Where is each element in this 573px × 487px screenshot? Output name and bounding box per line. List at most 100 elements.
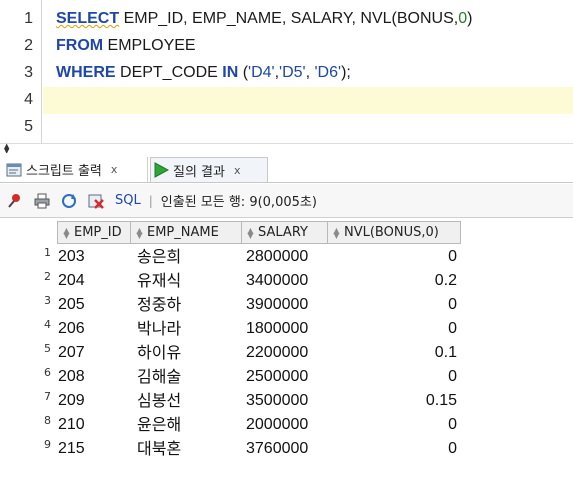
- keyword-from: FROM: [56, 37, 104, 54]
- refresh-sql-icon[interactable]: [60, 192, 78, 210]
- table-row[interactable]: 4 206 박나라 1800000 0: [0, 317, 573, 341]
- column-header-salary[interactable]: ▲ ▼ SALARY: [241, 221, 328, 244]
- line-number-gutter: 1 2 3 4 5: [0, 0, 42, 143]
- sql-link[interactable]: SQL: [115, 193, 141, 208]
- fetch-status: 인출된 모든 행: 9(0,005초): [160, 195, 317, 210]
- cell-nvl-bonus[interactable]: 0: [330, 365, 460, 389]
- code-text: EMP_ID, EMP_NAME, SALARY, NVL(BONUS,: [119, 10, 459, 27]
- close-icon[interactable]: x: [111, 163, 118, 176]
- cell-salary[interactable]: 2200000: [246, 341, 326, 365]
- sort-icon: ▲ ▼: [333, 225, 340, 240]
- row-number: 9: [44, 438, 51, 451]
- cell-nvl-bonus[interactable]: 0: [330, 437, 460, 461]
- cell-emp-name[interactable]: 김해술: [137, 365, 237, 389]
- line-number: 4: [24, 91, 33, 108]
- cell-salary[interactable]: 2000000: [246, 413, 326, 437]
- number-literal: 0: [458, 10, 468, 27]
- cell-emp-name[interactable]: 송은희: [137, 245, 237, 269]
- cell-salary[interactable]: 2500000: [246, 365, 326, 389]
- table-row[interactable]: 6 208 김해술 2500000 0: [0, 365, 573, 389]
- code-text: EMPLOYEE: [103, 37, 196, 54]
- cell-emp-id[interactable]: 215: [58, 437, 128, 461]
- result-toolbar: SQL | 인출된 모든 행: 9(0,005초): [0, 184, 573, 218]
- toolbar-separator: |: [148, 193, 153, 208]
- line-number: 2: [24, 37, 33, 54]
- row-number: 6: [44, 366, 51, 379]
- code-text: ): [467, 10, 473, 27]
- cell-salary[interactable]: 2800000: [246, 245, 326, 269]
- code-line-2[interactable]: FROM EMPLOYEE: [56, 34, 196, 58]
- cell-nvl-bonus[interactable]: 0: [330, 413, 460, 437]
- print-icon[interactable]: [33, 192, 51, 210]
- code-line-1[interactable]: SELECT EMP_ID, EMP_NAME, SALARY, NVL(BON…: [56, 7, 472, 31]
- cell-emp-id[interactable]: 206: [58, 317, 128, 341]
- sort-icon: ▲ ▼: [63, 225, 70, 240]
- cell-emp-id[interactable]: 208: [58, 365, 128, 389]
- tab-query-result[interactable]: 질의 결과 x: [150, 157, 268, 182]
- keyword-where: WHERE: [56, 64, 116, 81]
- string-literal: 'D5': [279, 64, 306, 81]
- cell-emp-name[interactable]: 대북혼: [137, 437, 237, 461]
- table-row[interactable]: 8 210 윤은해 2000000 0: [0, 413, 573, 437]
- column-header-emp-id[interactable]: ▲ ▼ EMP_ID: [57, 221, 131, 244]
- cell-emp-name[interactable]: 박나라: [137, 317, 237, 341]
- row-number: 3: [44, 294, 51, 307]
- table-row[interactable]: 3 205 정중하 3900000 0: [0, 293, 573, 317]
- result-grid[interactable]: ▲ ▼ EMP_ID ▲ ▼ EMP_NAME ▲ ▼ SALARY ▲ ▼ NVL(B…: [0, 219, 573, 487]
- cell-emp-name[interactable]: 정중하: [137, 293, 237, 317]
- sort-icon: ▲ ▼: [136, 225, 143, 240]
- cancel-query-icon[interactable]: [87, 192, 105, 210]
- column-label: EMP_NAME: [147, 225, 219, 240]
- cell-nvl-bonus[interactable]: 0.2: [330, 269, 460, 293]
- row-number: 2: [44, 270, 51, 283]
- cell-nvl-bonus[interactable]: 0.15: [330, 389, 460, 413]
- column-header-emp-name[interactable]: ▲ ▼ EMP_NAME: [130, 221, 242, 244]
- line-number: 1: [24, 10, 33, 27]
- cell-emp-id[interactable]: 205: [58, 293, 128, 317]
- cell-emp-name[interactable]: 하이유: [137, 341, 237, 365]
- cell-nvl-bonus[interactable]: 0: [330, 293, 460, 317]
- table-row[interactable]: 2 204 유재식 3400000 0.2: [0, 269, 573, 293]
- tab-script-output[interactable]: 스크립트 출력 x: [4, 157, 148, 182]
- row-number: 7: [44, 390, 51, 403]
- cell-emp-id[interactable]: 207: [58, 341, 128, 365]
- row-number: 8: [44, 414, 51, 427]
- code-line-3[interactable]: WHERE DEPT_CODE IN ('D4','D5', 'D6');: [56, 61, 351, 85]
- column-header-nvl-bonus[interactable]: ▲ ▼ NVL(BONUS,0): [327, 221, 461, 244]
- tab-label: 질의 결과: [173, 164, 225, 180]
- cell-nvl-bonus[interactable]: 0: [330, 317, 460, 341]
- cell-emp-name[interactable]: 심봉선: [137, 389, 237, 413]
- line-number: 5: [24, 118, 33, 135]
- cell-emp-id[interactable]: 204: [58, 269, 128, 293]
- cell-emp-name[interactable]: 윤은해: [137, 413, 237, 437]
- close-icon[interactable]: x: [234, 164, 241, 177]
- tab-label: 스크립트 출력: [26, 164, 102, 179]
- sort-icon: ▲ ▼: [247, 225, 254, 240]
- table-row[interactable]: 5 207 하이유 2200000 0.1: [0, 341, 573, 365]
- cell-nvl-bonus[interactable]: 0: [330, 245, 460, 269]
- cell-salary[interactable]: 3500000: [246, 389, 326, 413]
- cell-salary[interactable]: 3900000: [246, 293, 326, 317]
- cell-emp-id[interactable]: 209: [58, 389, 128, 413]
- pin-icon[interactable]: [6, 192, 24, 210]
- table-row[interactable]: 7 209 심봉선 3500000 0.15: [0, 389, 573, 413]
- panel-splitter[interactable]: ▲ ▼: [0, 143, 573, 155]
- row-number: 5: [44, 342, 51, 355]
- line-number: 3: [24, 64, 33, 81]
- grid-header: ▲ ▼ EMP_ID ▲ ▼ EMP_NAME ▲ ▼ SALARY ▲ ▼ NVL(B…: [0, 221, 573, 244]
- cell-emp-name[interactable]: 유재식: [137, 269, 237, 293]
- table-row[interactable]: 9 215 대북혼 3760000 0: [0, 437, 573, 461]
- string-literal: 'D6': [314, 64, 342, 81]
- table-row[interactable]: 1 203 송은희 2800000 0: [0, 245, 573, 269]
- cell-salary[interactable]: 3400000: [246, 269, 326, 293]
- play-icon: [153, 162, 170, 178]
- cell-emp-id[interactable]: 203: [58, 245, 128, 269]
- cell-salary[interactable]: 3760000: [246, 437, 326, 461]
- column-label: SALARY: [258, 225, 308, 240]
- cell-salary[interactable]: 1800000: [246, 317, 326, 341]
- cell-emp-id[interactable]: 210: [58, 413, 128, 437]
- string-literal: 'D4': [248, 64, 275, 81]
- sql-editor[interactable]: 1 2 3 4 5 SELECT EMP_ID, EMP_NAME, SALAR…: [0, 0, 573, 143]
- script-output-icon: [6, 162, 22, 178]
- cell-nvl-bonus[interactable]: 0.1: [330, 341, 460, 365]
